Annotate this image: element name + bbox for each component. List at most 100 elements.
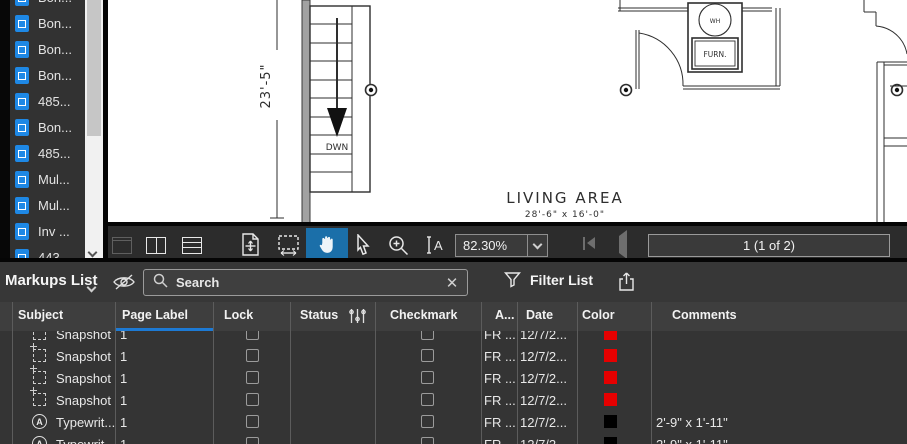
row-subject: Snapshot	[56, 345, 111, 367]
search-input[interactable]	[176, 275, 437, 290]
lock-checkbox[interactable]	[246, 349, 259, 362]
lock-checkbox[interactable]	[246, 331, 259, 340]
column-divider[interactable]	[375, 302, 376, 444]
select-cursor-icon[interactable]	[354, 232, 372, 258]
select-text-icon[interactable]: A	[424, 232, 446, 258]
column-header-comments[interactable]: Comments	[672, 308, 737, 322]
sidebar-item-file[interactable]: Bon...	[10, 10, 85, 36]
zoom-level-value: 82.30%	[456, 238, 527, 253]
sidebar-item-file[interactable]: 485...	[10, 140, 85, 166]
furnace-label: FURN.	[703, 50, 726, 59]
row-author: FR ...	[484, 345, 516, 367]
column-divider[interactable]	[290, 302, 291, 444]
fit-page-icon[interactable]	[240, 232, 262, 258]
sidebar-item-file[interactable]: Bon...	[10, 0, 85, 10]
column-header-date[interactable]: Date	[526, 308, 553, 322]
table-row[interactable]: Snapshot 1 FR ... 12/7/2...	[0, 367, 907, 389]
column-divider[interactable]	[213, 302, 214, 444]
chevron-down-icon[interactable]	[527, 235, 547, 256]
app-window: Bon... Bon... Bon... Bon... 485... Bon..…	[0, 0, 907, 444]
column-divider[interactable]	[517, 302, 518, 444]
scrollbar-thumb[interactable]	[87, 0, 101, 136]
table-row[interactable]: Snapshot 1 FR ... 12/7/2...	[0, 345, 907, 367]
zoom-level-select[interactable]: 82.30%	[455, 234, 548, 257]
clear-search-icon[interactable]: ✕	[437, 274, 467, 292]
column-divider[interactable]	[577, 302, 578, 444]
search-icon	[153, 273, 168, 293]
single-pane-icon[interactable]	[112, 232, 132, 258]
stairs	[310, 6, 370, 192]
column-divider[interactable]	[481, 302, 482, 444]
search-box[interactable]: ✕	[143, 269, 468, 296]
column-header-color[interactable]: Color	[582, 308, 615, 322]
file-label: Bon...	[38, 0, 72, 5]
markups-table-header: Subject Page Label Lock Status Checkmark…	[0, 302, 907, 331]
stair-down-label: DWN	[326, 143, 349, 153]
pdf-file-icon	[15, 197, 29, 214]
column-header-checkmark[interactable]: Checkmark	[390, 308, 457, 322]
row-date: 12/7/2...	[520, 433, 567, 444]
hand-icon	[317, 234, 337, 256]
sidebar-item-file[interactable]: 485...	[10, 88, 85, 114]
document-canvas[interactable]: 23'-5" DWN LIVING AREA 28'-6" x 16'-0" W…	[108, 0, 907, 225]
column-header-status[interactable]: Status	[300, 308, 338, 322]
checkmark-checkbox[interactable]	[421, 393, 434, 406]
row-author: FR ...	[484, 411, 516, 433]
file-label: Bon...	[38, 16, 72, 31]
fit-width-icon[interactable]	[277, 232, 300, 258]
viewer-region: Bon... Bon... Bon... Bon... 485... Bon..…	[0, 0, 907, 262]
sidebar-edge	[0, 0, 10, 262]
chevron-down-icon[interactable]	[88, 278, 95, 296]
sidebar-item-file[interactable]: Mul...	[10, 192, 85, 218]
zoom-in-icon[interactable]	[387, 232, 410, 258]
checkmark-checkbox[interactable]	[421, 331, 434, 340]
filter-list-button[interactable]: Filter List	[504, 271, 593, 288]
column-header-lock[interactable]: Lock	[224, 308, 253, 322]
row-date: 12/7/2...	[520, 345, 567, 367]
column-header-subject[interactable]: Subject	[18, 308, 63, 322]
previous-page-button[interactable]	[619, 236, 635, 252]
sidebar-scrollbar[interactable]	[85, 0, 103, 262]
row-date: 12/7/2...	[520, 331, 567, 345]
row-page-label: 1	[120, 331, 127, 345]
column-divider[interactable]	[651, 302, 652, 444]
status-filter-icon[interactable]	[348, 307, 367, 330]
filter-list-label: Filter List	[530, 272, 593, 288]
checkmark-checkbox[interactable]	[421, 349, 434, 362]
table-row[interactable]: Snapshot 1 FR ... 12/7/2...	[0, 389, 907, 411]
checkmark-checkbox[interactable]	[421, 437, 434, 444]
lock-checkbox[interactable]	[246, 437, 259, 444]
table-row[interactable]: Snapshot 1 FR ... 12/7/2...	[0, 331, 907, 345]
checkmark-checkbox[interactable]	[421, 371, 434, 384]
split-vertical-icon[interactable]	[146, 232, 166, 258]
table-row[interactable]: A Typewrit... 1 FR ... 12/7/2... 2'-9" x…	[0, 411, 907, 433]
lock-checkbox[interactable]	[246, 371, 259, 384]
color-swatch	[604, 371, 617, 384]
sidebar-item-file[interactable]: Mul...	[10, 166, 85, 192]
file-label: 485...	[38, 94, 71, 109]
markups-list-title[interactable]: Markups List	[5, 272, 98, 289]
row-date: 12/7/2...	[520, 389, 567, 411]
lock-checkbox[interactable]	[246, 393, 259, 406]
room-dimensions-label: 28'-6" x 16'-0"	[525, 210, 605, 220]
column-divider[interactable]	[115, 302, 116, 444]
column-header-author[interactable]: A...	[495, 308, 514, 322]
sidebar-item-file[interactable]: Bon...	[10, 36, 85, 62]
lock-checkbox[interactable]	[246, 415, 259, 428]
first-page-button[interactable]	[583, 236, 599, 252]
pan-hand-tool-active[interactable]	[306, 228, 348, 262]
column-header-page-label[interactable]: Page Label	[122, 308, 188, 322]
export-share-icon[interactable]	[617, 271, 636, 297]
split-horizontal-icon[interactable]	[182, 232, 202, 258]
page-number-field[interactable]: 1 (1 of 2)	[648, 234, 890, 257]
sidebar-item-file[interactable]: Bon...	[10, 114, 85, 140]
sidebar-item-file[interactable]: Bon...	[10, 62, 85, 88]
hide-markups-icon[interactable]	[112, 273, 136, 296]
sidebar-item-file[interactable]: Inv ...	[10, 218, 85, 244]
row-comments: 2'-9" x 1'-11"	[656, 411, 728, 433]
table-row[interactable]: A Typewrit 1 FR ... 12/7/2... 2'-9" x 1'…	[0, 433, 907, 444]
color-swatch	[604, 437, 617, 444]
scroll-down-button[interactable]	[89, 243, 99, 253]
checkmark-checkbox[interactable]	[421, 415, 434, 428]
pdf-file-icon	[15, 67, 29, 84]
